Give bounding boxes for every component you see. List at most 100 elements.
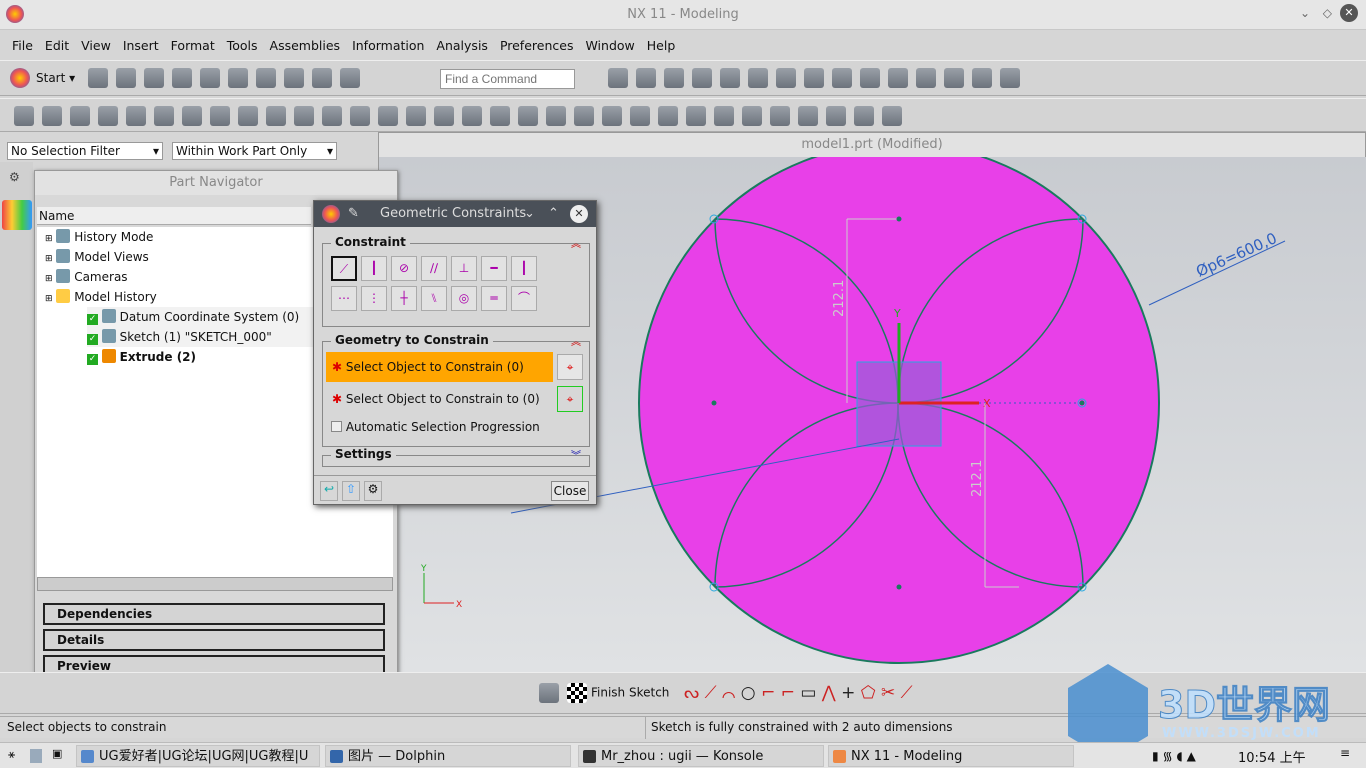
extend-icon[interactable]: ⟋ [901, 683, 913, 703]
start-button[interactable]: Start ▾ [10, 68, 75, 88]
column-header-name[interactable]: Name [37, 207, 311, 225]
crosshair-select-icon[interactable]: ⌖ [557, 354, 583, 380]
trim-icon[interactable] [294, 106, 314, 126]
reset-icon[interactable]: ↩ [320, 481, 338, 501]
taskbar-task[interactable]: Mr_zhou : ugii — Konsole [578, 745, 824, 767]
n-sided-icon[interactable] [854, 106, 874, 126]
trim-icon[interactable]: ✂ [881, 683, 895, 703]
paste-icon[interactable] [228, 68, 248, 88]
hole-icon[interactable] [70, 106, 90, 126]
shell-icon[interactable] [322, 106, 342, 126]
sync-icon[interactable] [518, 106, 538, 126]
menu-edit[interactable]: Edit [39, 38, 75, 53]
expand-toggle-icon[interactable]: ⊞ [45, 254, 53, 264]
horizontal-scrollbar[interactable] [37, 577, 393, 591]
delete-face-icon[interactable] [546, 106, 566, 126]
info-icon[interactable] [340, 68, 360, 88]
auto-progress-checkbox[interactable]: Automatic Selection Progression [331, 420, 540, 434]
panel-details[interactable]: Details [43, 629, 385, 651]
expand-chevron-icon[interactable]: ︾ [571, 447, 581, 462]
select-object-row[interactable]: ✱ Select Object to Constrain (0) [326, 352, 553, 382]
menu-information[interactable]: Information [346, 38, 430, 53]
draft-icon[interactable] [434, 106, 454, 126]
collapse-chevron-icon[interactable]: ︽ [571, 333, 581, 348]
close-icon[interactable]: ✕ [1340, 4, 1358, 22]
taskbar-task[interactable]: NX 11 - Modeling [828, 745, 1074, 767]
expand-toggle-icon[interactable]: ⊞ [45, 294, 53, 304]
extrude-icon[interactable] [14, 106, 34, 126]
tangent-constraint-icon[interactable]: ⊘ [391, 256, 417, 281]
checkbox-checked-icon[interactable]: ✓ [87, 314, 98, 325]
snap-icon[interactable] [860, 68, 880, 88]
section-icon[interactable] [720, 68, 740, 88]
grid-icon[interactable] [972, 68, 992, 88]
volume-icon[interactable]: ◖ [1176, 749, 1182, 763]
horizontal-align-constraint-icon[interactable]: ⋯ [331, 286, 357, 311]
profile-icon[interactable]: ᔓ [684, 683, 699, 703]
expand-icon[interactable]: ⌃ [548, 201, 559, 227]
tray-expand-icon[interactable]: ▲ [1187, 749, 1196, 763]
settings-icon[interactable]: ⚙ [9, 170, 20, 184]
save-icon[interactable] [144, 68, 164, 88]
orient-icon[interactable] [804, 68, 824, 88]
part-navigator-tab-icon[interactable] [2, 200, 32, 230]
surface-icon[interactable] [714, 106, 734, 126]
layer-icon[interactable] [692, 68, 712, 88]
perpendicular-constraint-icon[interactable]: ⊥ [451, 256, 477, 281]
move-face-icon[interactable] [602, 106, 622, 126]
move-icon[interactable] [944, 68, 964, 88]
replace-face-icon[interactable] [574, 106, 594, 126]
close-button[interactable]: Close [551, 481, 589, 501]
menu-insert[interactable]: Insert [117, 38, 165, 53]
undo-icon[interactable] [256, 68, 276, 88]
open-icon[interactable] [116, 68, 136, 88]
pull-face-icon[interactable] [686, 106, 706, 126]
sweep-icon[interactable] [490, 106, 510, 126]
selection-filter-dropdown[interactable]: No Selection Filter ▾ [7, 142, 163, 160]
revolve-icon[interactable] [42, 106, 62, 126]
vertical-constraint-icon[interactable]: ┃ [511, 256, 537, 281]
collapse-icon[interactable]: ⌄ [524, 201, 535, 227]
menu-help[interactable]: Help [641, 38, 682, 53]
battery-icon[interactable]: ▮ [1152, 749, 1159, 763]
render-style-icon[interactable] [636, 68, 656, 88]
equal-radius-constraint-icon[interactable]: ⌒ [511, 286, 537, 311]
settings-group[interactable]: Settings ︾ [322, 447, 590, 467]
checkbox-checked-icon[interactable]: ✓ [87, 354, 98, 365]
circle-icon[interactable]: ○ [741, 683, 756, 703]
settings-icon[interactable]: ⚙ [364, 481, 382, 501]
midpoint-constraint-icon[interactable]: ┼ [391, 286, 417, 311]
redo-icon[interactable] [284, 68, 304, 88]
checkbox-checked-icon[interactable]: ✓ [87, 334, 98, 345]
background-icon[interactable] [748, 68, 768, 88]
concentric-constraint-icon[interactable]: ◎ [451, 286, 477, 311]
fillet-icon[interactable]: ⌐ [761, 683, 775, 703]
copy-icon[interactable] [200, 68, 220, 88]
wifi-icon[interactable]: ᯾ [1162, 749, 1172, 763]
swept-icon[interactable] [826, 106, 846, 126]
menu-window[interactable]: Window [579, 38, 640, 53]
arc-icon[interactable]: ⌒ [722, 683, 735, 703]
analysis-icon[interactable] [888, 68, 908, 88]
cube-icon[interactable] [664, 68, 684, 88]
menu-view[interactable]: View [75, 38, 117, 53]
minimize-icon[interactable]: ⌄ [1300, 6, 1310, 20]
coincident-constraint-icon[interactable]: ⟋ [331, 256, 357, 281]
wcs-icon[interactable] [776, 68, 796, 88]
layer-settings-icon[interactable] [832, 68, 852, 88]
menu-analysis[interactable]: Analysis [430, 38, 494, 53]
app-launcher-icon[interactable]: ⚹ [8, 747, 15, 762]
up-icon[interactable]: ⇧ [342, 481, 360, 501]
pattern-feature-icon[interactable] [238, 106, 258, 126]
horizontal-constraint-icon[interactable]: ━ [481, 256, 507, 281]
pad-icon[interactable] [154, 106, 174, 126]
ruled-icon[interactable] [770, 106, 790, 126]
edge-blend-icon[interactable] [462, 106, 482, 126]
vertical-align-constraint-icon[interactable]: ⋮ [361, 286, 387, 311]
measure-icon[interactable] [916, 68, 936, 88]
pin-icon[interactable]: ✎ [348, 201, 359, 227]
close-icon[interactable]: ✕ [570, 205, 588, 223]
rectangle-icon[interactable]: ▭ [800, 683, 816, 703]
finish-sketch-button[interactable]: Finish Sketch [535, 683, 669, 703]
selection-scope-dropdown[interactable]: Within Work Part Only ▾ [172, 142, 337, 160]
